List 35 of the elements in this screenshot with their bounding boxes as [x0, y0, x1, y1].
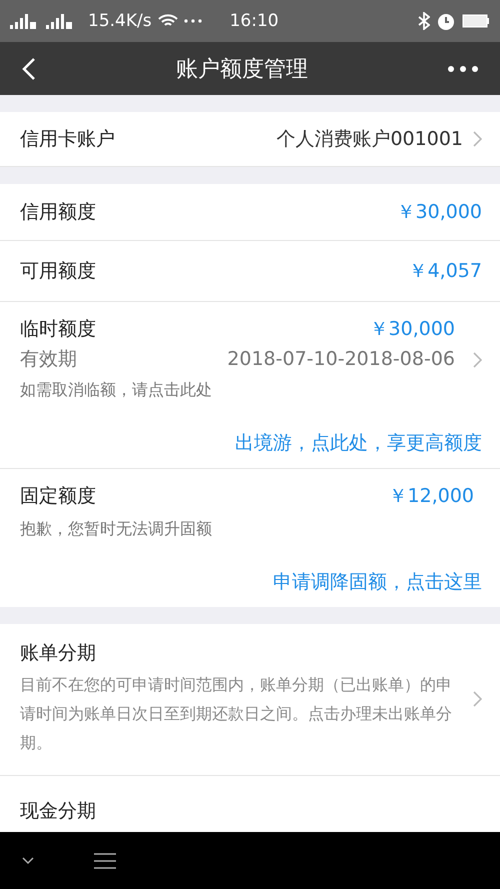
cancel-hint: 如需取消临额，请点击此处: [20, 379, 213, 401]
reduce-limit-link[interactable]: 申请调降固额，点击这里: [273, 569, 482, 595]
validity-label: 有效期: [20, 347, 77, 372]
account-row[interactable]: 信用卡账户 个人消费账户001001: [0, 112, 500, 167]
more-dots-icon: [184, 19, 202, 23]
chevron-down-icon[interactable]: [22, 856, 34, 864]
bluetooth-icon: [418, 12, 430, 30]
network-speed: 15.4K/s: [88, 11, 152, 31]
back-icon[interactable]: [22, 56, 36, 80]
limit-amount: ￥4,057: [408, 259, 482, 284]
installment-title: 账单分期: [20, 641, 97, 666]
fixed-limit-hint: 抱歉，您暂时无法调升固额: [20, 518, 213, 540]
limit-label: 固定额度: [20, 484, 96, 509]
chevron-right-icon: [473, 690, 482, 706]
limit-label: 可用额度: [20, 259, 96, 284]
validity-dates: 2018-07-10-2018-08-06: [227, 348, 455, 370]
battery-icon: [462, 14, 490, 28]
travel-limit-link[interactable]: 出境游，点此处，享更高额度: [235, 430, 482, 456]
menu-icon[interactable]: [94, 852, 116, 868]
chevron-right-icon: [473, 131, 482, 147]
limit-amount: ￥30,000: [396, 200, 482, 225]
account-value: 个人消费账户001001: [276, 127, 463, 152]
chevron-right-icon: [473, 352, 482, 368]
clock-time: 16:10: [230, 11, 279, 31]
installment-title: 现金分期: [20, 799, 97, 824]
limit-label: 信用额度: [20, 200, 96, 225]
more-icon[interactable]: [448, 66, 478, 72]
page-title: 账户额度管理: [176, 56, 308, 84]
limit-label: 临时额度: [20, 317, 96, 342]
alarm-icon: [436, 11, 456, 31]
account-label: 信用卡账户: [20, 127, 115, 152]
limit-amount: ￥30,000: [370, 317, 455, 342]
installment-description: 目前不在您的可申请时间范围内，账单分期（已出账单）的申请时间为账单日次日至到期还款日之间。点击办理未出账单分期。: [20, 674, 453, 754]
installment-row[interactable]: 账单分期 目前不在您的可申请时间范围内，账单分期（已出账单）的申请时间为账单日次日至到期还款日之间。点击办理未出账单分期。: [0, 624, 500, 776]
limit-amount: ￥12,000: [388, 484, 474, 509]
